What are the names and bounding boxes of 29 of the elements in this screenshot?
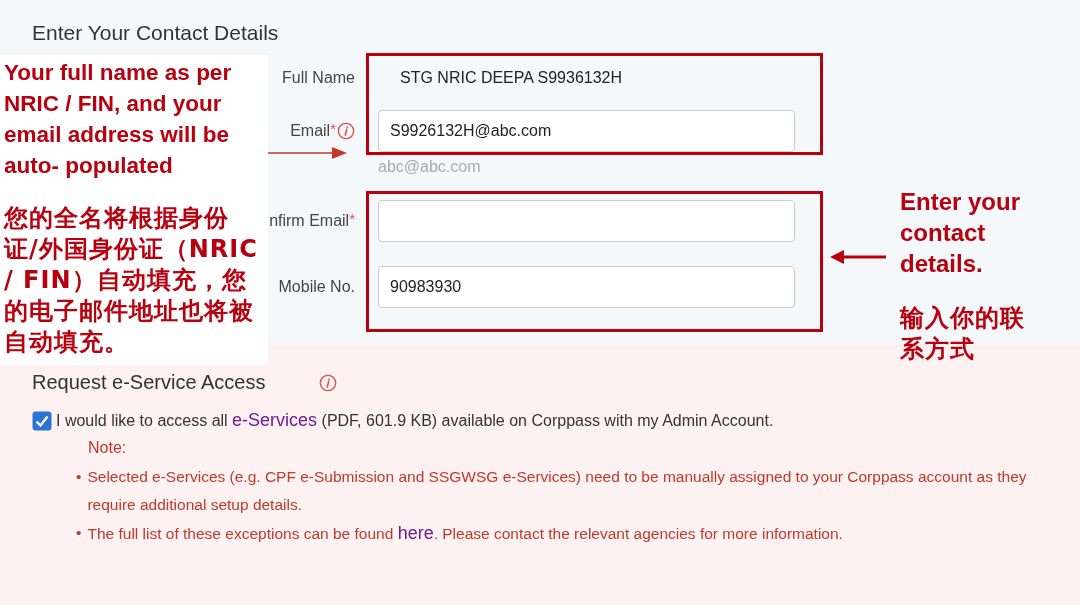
e-services-link[interactable]: e-Services bbox=[232, 410, 318, 430]
info-icon[interactable] bbox=[319, 373, 337, 392]
annotation-text: Enter your contact details. bbox=[900, 187, 1022, 279]
field-label: Full Name bbox=[282, 69, 355, 87]
field-label: Mobile No. bbox=[278, 278, 355, 296]
section-title: Request e-Service Access bbox=[32, 371, 267, 394]
here-link[interactable]: here bbox=[397, 523, 434, 543]
input-field[interactable]: 90983930 bbox=[378, 266, 795, 308]
section-title: Enter Your Contact Details bbox=[32, 20, 280, 46]
note-text: The full list of these exceptions can be found here. Please contact the relevant agencies for more information. bbox=[87, 522, 843, 545]
annotation-text: 输入你的联系方式 bbox=[900, 303, 1026, 365]
field-label: Email bbox=[290, 122, 331, 140]
consent-text: I would like to access all e-Services (PDF, 601.9 KB) available on Corppass with my Admin Account. bbox=[56, 410, 774, 431]
note-text: Selected e-Services (e.g. CPF e-Submission and SSGWSG e-Services) need to be manually assigned to your Corppass account as they require additional setup details. bbox=[87, 467, 1028, 515]
required-mark: * bbox=[349, 209, 355, 227]
input-field[interactable]: S9926132H@abc.com bbox=[378, 110, 795, 152]
input-field[interactable] bbox=[378, 200, 795, 242]
note-title: Note: bbox=[88, 439, 128, 457]
bullet: • bbox=[76, 467, 82, 487]
required-mark: * bbox=[330, 119, 336, 137]
annotation-text: 您的全名将根据身份证/外国身份证（NRIC / FIN）自动填充，您的电子邮件地址也将被自动填充。 bbox=[4, 203, 259, 358]
annotation-text: Your full name as per NRIC / FIN, and your email address will be auto- populated bbox=[4, 59, 233, 180]
full-name-value: STG NRIC DEEPA S9936132H bbox=[399, 69, 623, 87]
arrow bbox=[830, 250, 886, 264]
info-icon[interactable] bbox=[337, 122, 355, 140]
field-label: nfirm Email bbox=[269, 212, 350, 230]
checkbox[interactable] bbox=[32, 410, 52, 431]
bullet: • bbox=[76, 523, 82, 543]
hint-text: abc@abc.com bbox=[378, 158, 482, 176]
